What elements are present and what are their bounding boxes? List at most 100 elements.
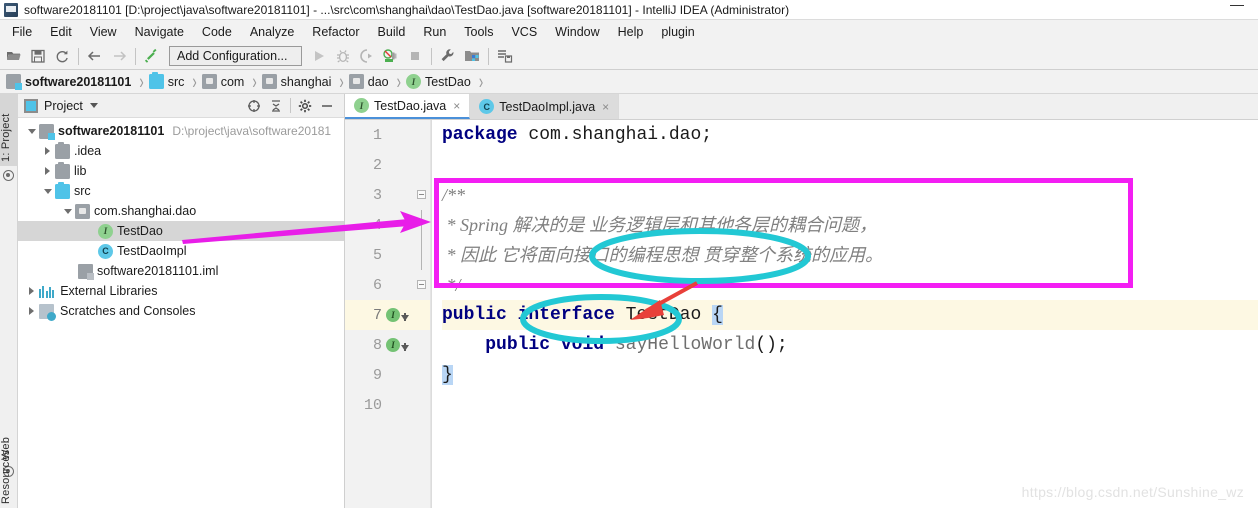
class-icon: C: [98, 243, 113, 259]
breadcrumb-item-shanghai[interactable]: shanghai: [261, 74, 331, 89]
breadcrumb-item-module[interactable]: software20181101: [6, 74, 131, 90]
menu-build[interactable]: Build: [369, 23, 415, 41]
open-folder-icon[interactable]: [2, 45, 26, 68]
code-line-3: /**: [442, 180, 1258, 210]
menu-file[interactable]: File: [3, 23, 41, 41]
breadcrumb-separator-4: ›: [339, 69, 344, 94]
code-line-1: package com.shanghai.dao;: [442, 120, 1258, 150]
profiler-icon[interactable]: [379, 45, 403, 68]
wrench-settings-icon[interactable]: [436, 45, 460, 68]
line-number: 9: [372, 366, 382, 384]
gear-icon[interactable]: [294, 96, 316, 116]
sidebar-item-project[interactable]: 1: Project: [0, 94, 18, 166]
run-configuration-label: Add Configuration...: [177, 49, 288, 63]
run-configuration-selector[interactable]: Add Configuration...: [169, 46, 302, 66]
line-number: 2: [372, 156, 382, 174]
menu-code[interactable]: Code: [193, 23, 241, 41]
menu-refactor[interactable]: Refactor: [303, 23, 368, 41]
run-play-icon[interactable]: [307, 45, 331, 68]
tree-node-testdaoimpl[interactable]: C TestDaoImpl: [18, 241, 344, 261]
menu-view[interactable]: View: [81, 23, 126, 41]
update-project-icon[interactable]: [493, 45, 517, 68]
fold-end-icon[interactable]: [417, 280, 426, 289]
minimize-button[interactable]: [1230, 5, 1244, 6]
tree-node-idea[interactable]: .idea: [18, 141, 344, 161]
header-divider: [290, 98, 291, 113]
stop-square-icon[interactable]: [403, 45, 427, 68]
line-number: 6: [372, 276, 382, 294]
editor-area: I TestDao.java × C TestDaoImpl.java × 1 …: [345, 94, 1258, 508]
tree-node-src[interactable]: src: [18, 181, 344, 201]
project-tree: software20181101 D:\project\java\softwar…: [18, 118, 344, 321]
chevron-down-icon[interactable]: [89, 103, 98, 108]
twisty-down-icon[interactable]: [60, 208, 75, 214]
breadcrumb-item-testdao[interactable]: I TestDao: [405, 74, 471, 89]
code-text-area[interactable]: package com.shanghai.dao; /** * Spring 解…: [431, 120, 1258, 508]
menu-help[interactable]: Help: [609, 23, 653, 41]
project-panel-title: Project: [44, 98, 83, 113]
breadcrumb-item-com[interactable]: com: [201, 74, 244, 89]
tree-node-iml[interactable]: software20181101.iml: [18, 261, 344, 281]
tab-testdaoimpl-java[interactable]: C TestDaoImpl.java ×: [470, 94, 620, 119]
save-icon[interactable]: [26, 45, 50, 68]
run-coverage-icon[interactable]: [355, 45, 379, 68]
tree-node-scratches[interactable]: Scratches and Consoles: [18, 301, 344, 321]
twisty-right-icon[interactable]: [40, 167, 55, 175]
keyword-public: public: [442, 305, 507, 325]
implemented-interface-icon[interactable]: I: [386, 308, 409, 322]
scroll-from-source-icon[interactable]: [243, 96, 265, 116]
breadcrumb-item-dao[interactable]: dao: [348, 74, 389, 89]
menu-plugin[interactable]: plugin: [652, 23, 703, 41]
gutter-line-8: 8 I: [345, 330, 430, 360]
menu-analyze[interactable]: Analyze: [241, 23, 303, 41]
type-name-testdao: TestDao: [625, 305, 702, 325]
tree-node-lib[interactable]: lib: [18, 161, 344, 181]
tree-label-scratches: Scratches and Consoles: [60, 304, 196, 318]
javadoc-close: */: [442, 275, 461, 295]
arrow-left-icon[interactable]: [83, 45, 107, 68]
sidebar-item-resources[interactable]: Resources: [0, 450, 18, 508]
close-icon[interactable]: ×: [602, 100, 609, 114]
editor-tab-bar: I TestDao.java × C TestDaoImpl.java ×: [345, 94, 1258, 120]
hammer-build-icon[interactable]: [140, 45, 164, 68]
twisty-down-icon[interactable]: [24, 128, 39, 134]
menu-edit[interactable]: Edit: [41, 23, 81, 41]
twisty-right-icon[interactable]: [40, 147, 55, 155]
tree-node-package[interactable]: com.shanghai.dao: [18, 201, 344, 221]
brace-open: {: [712, 305, 723, 325]
menu-navigate[interactable]: Navigate: [126, 23, 193, 41]
breadcrumb: software20181101 › src › com › shanghai …: [0, 70, 1258, 94]
menu-run[interactable]: Run: [414, 23, 455, 41]
tree-node-testdao[interactable]: I TestDao: [18, 221, 344, 241]
tree-node-external-libraries[interactable]: External Libraries: [18, 281, 344, 301]
menu-tools[interactable]: Tools: [455, 23, 502, 41]
breadcrumb-separator-2: ›: [192, 69, 197, 94]
intellij-idea-icon: [4, 2, 18, 17]
arrow-right-icon[interactable]: [107, 45, 131, 68]
gutter-line-7: 7 I: [345, 300, 430, 330]
javadoc-text-2: * 因此 它将面向接口的编程思想 贯穿整个系统的应用。: [442, 245, 884, 265]
collapse-all-icon[interactable]: [265, 96, 287, 116]
fold-start-icon[interactable]: [417, 190, 426, 199]
project-structure-icon[interactable]: [460, 45, 484, 68]
tab-testdao-java[interactable]: I TestDao.java ×: [345, 94, 471, 119]
twisty-right-icon[interactable]: [24, 287, 39, 295]
breadcrumb-item-src[interactable]: src: [148, 72, 184, 89]
hide-panel-icon[interactable]: [316, 96, 338, 116]
close-icon[interactable]: ×: [453, 99, 460, 113]
editor-gutter[interactable]: 1 2 3 4 5 6 7 I 8 I 9 10: [345, 120, 431, 508]
project-tool-window: Project software20181101 D:\project\java…: [18, 94, 345, 508]
code-editor[interactable]: 1 2 3 4 5 6 7 I 8 I 9 10 package com.sha…: [345, 120, 1258, 508]
debug-bug-icon[interactable]: [331, 45, 355, 68]
title-bar: software20181101 [D:\project\java\softwa…: [0, 0, 1258, 20]
twisty-right-icon[interactable]: [24, 307, 39, 315]
refresh-sync-icon[interactable]: [50, 45, 74, 68]
menu-window[interactable]: Window: [546, 23, 608, 41]
tree-node-module[interactable]: software20181101 D:\project\java\softwar…: [18, 121, 344, 141]
menu-bar: File Edit View Navigate Code Analyze Ref…: [0, 20, 1258, 43]
implemented-method-icon[interactable]: I: [386, 338, 409, 352]
menu-vcs[interactable]: VCS: [502, 23, 546, 41]
twisty-down-icon[interactable]: [40, 188, 55, 194]
